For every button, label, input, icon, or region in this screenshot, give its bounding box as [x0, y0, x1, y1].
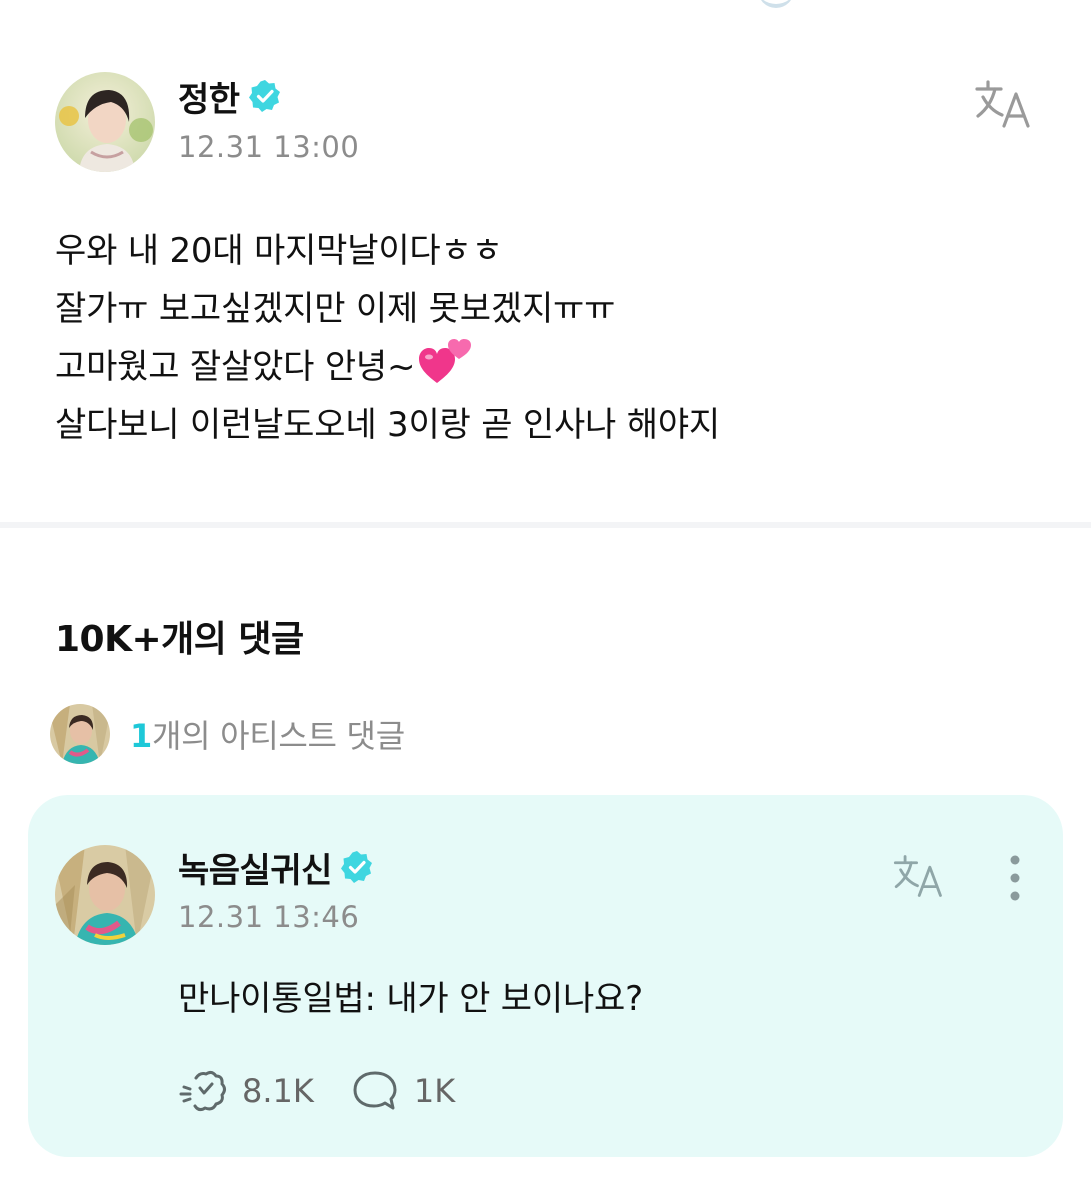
post-line: 잘가ㅠ 보고싶겠지만 이제 못보겠지ㅠㅠ: [55, 289, 616, 329]
post-author-avatar[interactable]: [55, 72, 155, 172]
post-line: 고마웠고 잘살았다 안녕~: [55, 338, 720, 396]
verified-badge-icon: [248, 80, 280, 112]
post-timestamp: 12.31 13:00: [178, 130, 360, 164]
translate-icon[interactable]: [974, 78, 1038, 130]
post-author[interactable]: 정한: [178, 72, 282, 120]
artist-comments-text: 개의 아티스트 댓글: [151, 717, 405, 755]
artist-comments-filter[interactable]: 1개의 아티스트 댓글: [50, 703, 405, 765]
artist-comment-card[interactable]: 녹음실귀신 12.31 13:46 만나이통일법: 내가 안 보이나요? 8.1…: [28, 795, 1063, 1157]
post-line-text: 고마웠고 잘살았다 안녕~: [55, 347, 416, 387]
two-hearts-icon: [419, 338, 472, 383]
post-author-name[interactable]: 정한: [178, 72, 240, 121]
translate-icon[interactable]: [892, 853, 950, 899]
post-line: 우와 내 20대 마지막날이다ㅎㅎ: [55, 231, 503, 271]
more-vertical-icon[interactable]: [998, 853, 1032, 903]
comment-timestamp: 12.31 13:46: [178, 900, 360, 934]
post-body: 우와 내 20대 마지막날이다ㅎㅎ 잘가ㅠ 보고싶겠지만 이제 못보겠지ㅠㅠ 고…: [55, 222, 720, 454]
comment-author-name[interactable]: 녹음실귀신: [178, 843, 332, 892]
top-edge-decoration: [758, 0, 794, 8]
comment-author[interactable]: 녹음실귀신: [178, 843, 374, 891]
like-icon[interactable]: [178, 1068, 228, 1114]
comment-author-avatar[interactable]: [55, 845, 155, 945]
reply-button[interactable]: 1K: [350, 1068, 455, 1114]
artist-comments-count: 1: [130, 717, 152, 755]
artist-avatar: [50, 704, 110, 764]
like-count: 8.1K: [242, 1072, 314, 1110]
comment-text: 만나이통일법: 내가 안 보이나요?: [178, 979, 643, 1019]
section-divider: [0, 522, 1091, 528]
reply-count: 1K: [413, 1072, 456, 1110]
post-line: 살다보니 이런날도오네 3이랑 곧 인사나 해야지: [55, 405, 720, 445]
comment-actions: 8.1K 1K: [178, 1067, 455, 1115]
verified-badge-icon: [340, 851, 372, 883]
artist-comments-label: 1개의 아티스트 댓글: [130, 711, 405, 757]
comment-bubble-icon[interactable]: [350, 1068, 400, 1114]
comments-count-heading: 10K+개의 댓글: [55, 619, 304, 660]
